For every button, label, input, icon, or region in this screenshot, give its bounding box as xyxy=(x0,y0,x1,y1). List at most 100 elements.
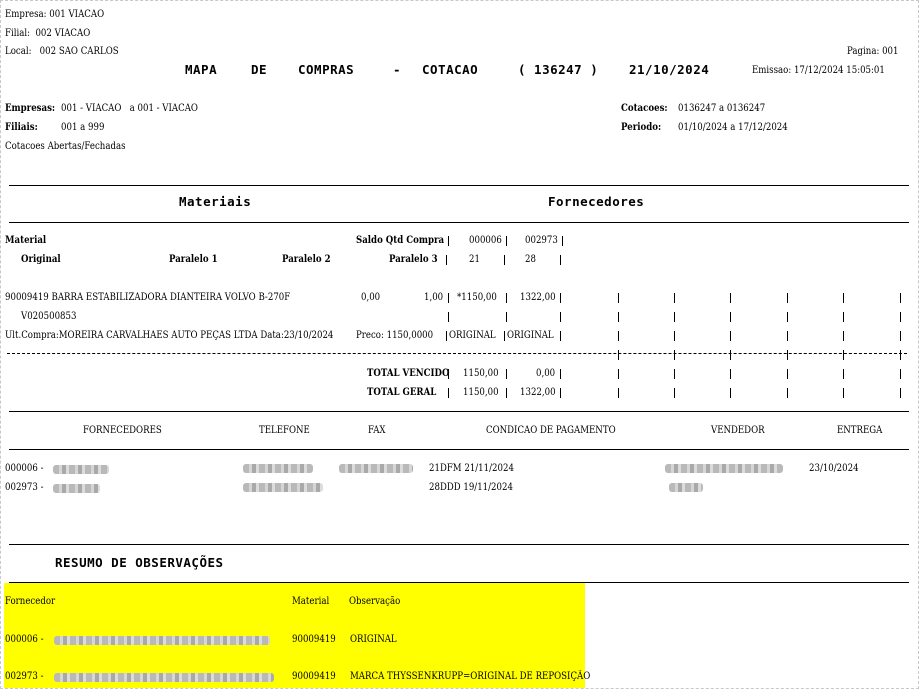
column-separator xyxy=(560,388,561,398)
column-separator xyxy=(843,312,844,322)
observations-title: RESUMO DE OBSERVAÇÕES xyxy=(55,555,224,570)
obs-material: 90009419 xyxy=(292,671,336,682)
col-supplier2-code: 002973 xyxy=(525,235,558,246)
column-separator xyxy=(730,350,731,360)
status-filter: Cotacoes Abertas/Fechadas xyxy=(5,141,126,152)
column-separator xyxy=(674,350,675,360)
redacted-supplier-name xyxy=(53,484,100,493)
item-preco: Preco: 1150,0000 xyxy=(356,330,434,341)
local-line: Local: 002 SAO CARLOS xyxy=(5,46,119,57)
column-separator xyxy=(448,369,449,379)
column-separator xyxy=(562,236,563,246)
column-separator xyxy=(730,331,731,341)
column-separator xyxy=(674,331,675,341)
report-page: Empresa: 001 VIACAO Filial: 002 VIACAO L… xyxy=(0,0,919,689)
item-description: 90009419 BARRA ESTABILIZADORA DIANTEIRA … xyxy=(5,292,291,303)
column-separator xyxy=(730,293,731,303)
redacted-supplier-name xyxy=(54,673,274,682)
column-separator xyxy=(560,312,561,322)
redacted-fax xyxy=(339,464,413,473)
divider xyxy=(9,222,909,223)
column-separator xyxy=(674,293,675,303)
col-saldo: Saldo Qtd Compra xyxy=(356,235,445,246)
column-separator xyxy=(843,293,844,303)
supplier-condicao: 28DDD 19/11/2024 xyxy=(429,482,513,493)
column-separator xyxy=(787,293,788,303)
column-separator xyxy=(448,293,449,303)
column-separator xyxy=(900,293,901,303)
redacted-supplier-name xyxy=(54,636,270,645)
cotacoes-value: 0136247 a 0136247 xyxy=(678,103,766,114)
column-separator xyxy=(448,388,449,398)
redacted-phone xyxy=(243,483,323,492)
title-cotacao: COTACAO xyxy=(422,62,479,77)
redacted-vendor xyxy=(665,464,783,473)
column-separator xyxy=(560,369,561,379)
item-reference: V020500853 xyxy=(21,311,77,322)
column-separator xyxy=(560,331,561,341)
supplier-entrega: 23/10/2024 xyxy=(809,463,859,474)
title-number: ( 136247 ) xyxy=(518,62,599,77)
item-price-supplier2: 1322,00 xyxy=(520,292,556,303)
supplier-code: 002973 - xyxy=(5,482,44,493)
header-fax: FAX xyxy=(368,425,386,436)
col-paralelo2: Paralelo 2 xyxy=(282,254,331,265)
filial-line: Filial: 002 VIACAO xyxy=(5,28,91,39)
redacted-supplier-name xyxy=(53,465,109,474)
item-qtd: 1,00 xyxy=(424,292,444,303)
header-fornecedores: FORNECEDORES xyxy=(83,425,162,436)
column-separator xyxy=(843,369,844,379)
total-geral-supplier1: 1150,00 xyxy=(463,387,499,398)
column-separator xyxy=(900,350,901,360)
supplier-condicao: 21DFM 21/11/2024 xyxy=(429,463,514,474)
col-paralelo3: Paralelo 3 xyxy=(389,254,438,265)
empresa-line: Empresa: 001 VIACAO xyxy=(5,9,105,20)
obs-supplier-code: 000006 - xyxy=(5,634,44,645)
obs-header-fornecedor: Fornecedor xyxy=(5,596,56,607)
column-separator xyxy=(730,369,731,379)
column-separator xyxy=(900,369,901,379)
column-separator xyxy=(843,331,844,341)
column-separator xyxy=(787,369,788,379)
column-separator xyxy=(504,331,505,341)
divider xyxy=(9,185,909,186)
item-saldo: 0,00 xyxy=(361,292,381,303)
total-vencido-supplier1: 1150,00 xyxy=(463,368,499,379)
column-separator xyxy=(787,350,788,360)
obs-header-observacao: Observação xyxy=(349,596,401,607)
column-separator xyxy=(448,312,449,322)
column-separator xyxy=(506,293,507,303)
column-separator xyxy=(506,388,507,398)
total-geral-supplier2: 1322,00 xyxy=(520,387,556,398)
column-separator xyxy=(618,388,619,398)
empresas-label: Empresas: xyxy=(5,103,56,114)
obs-text: MARCA THYSSENKRUPP=ORIGINAL DE REPOSIÇÃO xyxy=(350,671,591,682)
page-number: Pagina: 001 xyxy=(847,46,899,57)
column-separator xyxy=(506,236,507,246)
column-separator xyxy=(618,350,619,360)
obs-supplier-code: 002973 - xyxy=(5,671,44,682)
column-separator xyxy=(618,312,619,322)
obs-text: ORIGINAL xyxy=(350,634,397,645)
header-telefone: TELEFONE xyxy=(259,425,310,436)
cotacoes-label: Cotacoes: xyxy=(621,103,668,114)
column-separator xyxy=(674,312,675,322)
title-date: 21/10/2024 xyxy=(629,62,710,77)
column-separator xyxy=(506,312,507,322)
column-separator xyxy=(506,369,507,379)
column-separator xyxy=(618,369,619,379)
column-separator xyxy=(674,388,675,398)
column-separator xyxy=(448,236,449,246)
total-vencido-label: TOTAL VENCIDO xyxy=(367,368,450,379)
title-dash: - xyxy=(393,62,402,77)
periodo-value: 01/10/2024 a 17/12/2024 xyxy=(678,122,788,133)
item-orig-supplier1: ORIGINAL xyxy=(449,330,496,341)
obs-material: 90009419 xyxy=(292,634,336,645)
column-separator xyxy=(843,350,844,360)
column-separator xyxy=(730,312,731,322)
obs-header-material: Material xyxy=(292,596,330,607)
divider xyxy=(9,411,909,412)
column-separator xyxy=(560,293,561,303)
column-separator xyxy=(618,293,619,303)
col-supplier1-code: 000006 xyxy=(469,235,502,246)
